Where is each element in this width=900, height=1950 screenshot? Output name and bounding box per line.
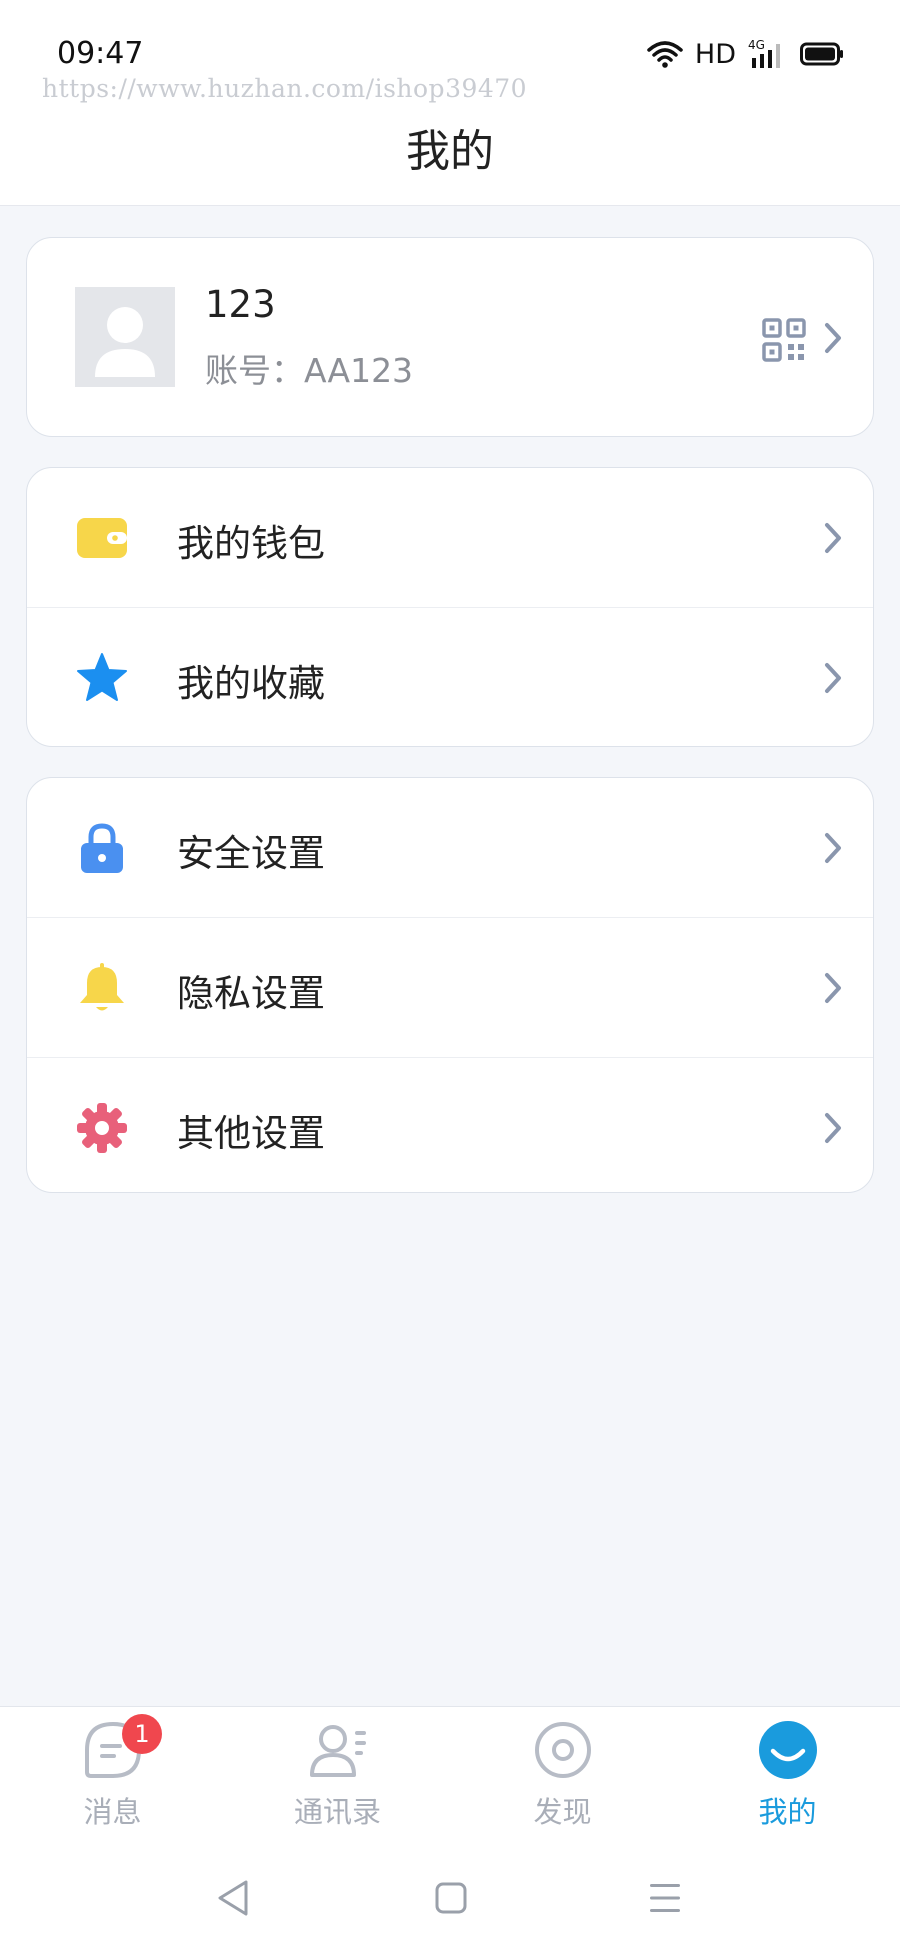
- page-title: 我的: [406, 126, 494, 177]
- menu-item-privacy[interactable]: 隐私设置: [27, 918, 873, 1058]
- chevron-right-icon: [825, 973, 841, 1003]
- tab-discover[interactable]: 发现: [450, 1707, 675, 1847]
- menu-item-other-settings[interactable]: 其他设置: [27, 1058, 873, 1192]
- profile-name: 123: [205, 283, 276, 326]
- tab-label: 发现: [533, 1795, 592, 1829]
- status-icons: HD 4G: [647, 38, 844, 70]
- menu-item-label: 安全设置: [177, 832, 325, 875]
- home-icon[interactable]: [434, 1878, 468, 1918]
- battery-icon: [800, 42, 843, 66]
- menu-item-wallet[interactable]: 我的钱包: [27, 468, 873, 608]
- menu-item-security[interactable]: 安全设置: [27, 778, 873, 918]
- network-label: HD: [694, 38, 736, 70]
- chevron-right-icon: [825, 663, 841, 693]
- me-icon: [758, 1721, 817, 1779]
- tab-label: 我的: [758, 1795, 817, 1829]
- menu-group-wallet: 我的钱包 我的收藏: [26, 467, 874, 747]
- status-time: 09:47: [57, 36, 144, 71]
- bottom-tab-bar: 1 消息 通讯录 发现 我的: [0, 1706, 900, 1847]
- star-icon: [77, 653, 127, 701]
- user-avatar-icon[interactable]: [75, 287, 175, 387]
- menu-item-favorites[interactable]: 我的收藏: [27, 608, 873, 746]
- menu-group-settings: 安全设置 隐私设置 其他设置: [26, 777, 874, 1193]
- contacts-icon: [309, 1725, 366, 1777]
- wallet-icon: [77, 518, 127, 558]
- tab-me[interactable]: 我的: [675, 1707, 900, 1847]
- top-bar: 09:47 https://www.huzhan.com/ishop39470 …: [0, 0, 900, 206]
- tab-messages[interactable]: 1 消息: [0, 1707, 225, 1847]
- tab-label: 通讯录: [293, 1795, 381, 1829]
- wifi-icon: [647, 41, 683, 68]
- chevron-right-icon: [825, 1113, 841, 1143]
- menu-item-label: 隐私设置: [177, 972, 325, 1015]
- network-type-text: 4G: [748, 38, 765, 52]
- back-icon[interactable]: [216, 1878, 250, 1918]
- signal-icon: 4G: [748, 38, 780, 68]
- menu-item-label: 我的钱包: [177, 522, 325, 565]
- watermark-text: https://www.huzhan.com/ishop39470: [42, 74, 528, 103]
- tab-contacts[interactable]: 通讯录: [225, 1707, 450, 1847]
- menu-item-label: 我的收藏: [177, 662, 325, 705]
- discover-icon: [534, 1722, 591, 1778]
- chevron-right-icon: [825, 323, 841, 353]
- menu-item-label: 其他设置: [177, 1112, 325, 1155]
- chevron-right-icon: [825, 833, 841, 863]
- bell-icon: [80, 963, 124, 1011]
- tab-label: 消息: [83, 1795, 142, 1829]
- lock-icon: [81, 823, 123, 873]
- gear-icon: [77, 1103, 127, 1153]
- unread-badge: 1: [122, 1714, 162, 1754]
- system-nav-bar: [0, 1846, 900, 1950]
- profile-account: 账号：AA123: [205, 351, 414, 390]
- chevron-right-icon: [825, 523, 841, 553]
- recents-menu-icon[interactable]: [648, 1878, 682, 1918]
- qr-code-icon[interactable]: [762, 318, 806, 362]
- profile-card[interactable]: 123 账号：AA123: [26, 237, 874, 437]
